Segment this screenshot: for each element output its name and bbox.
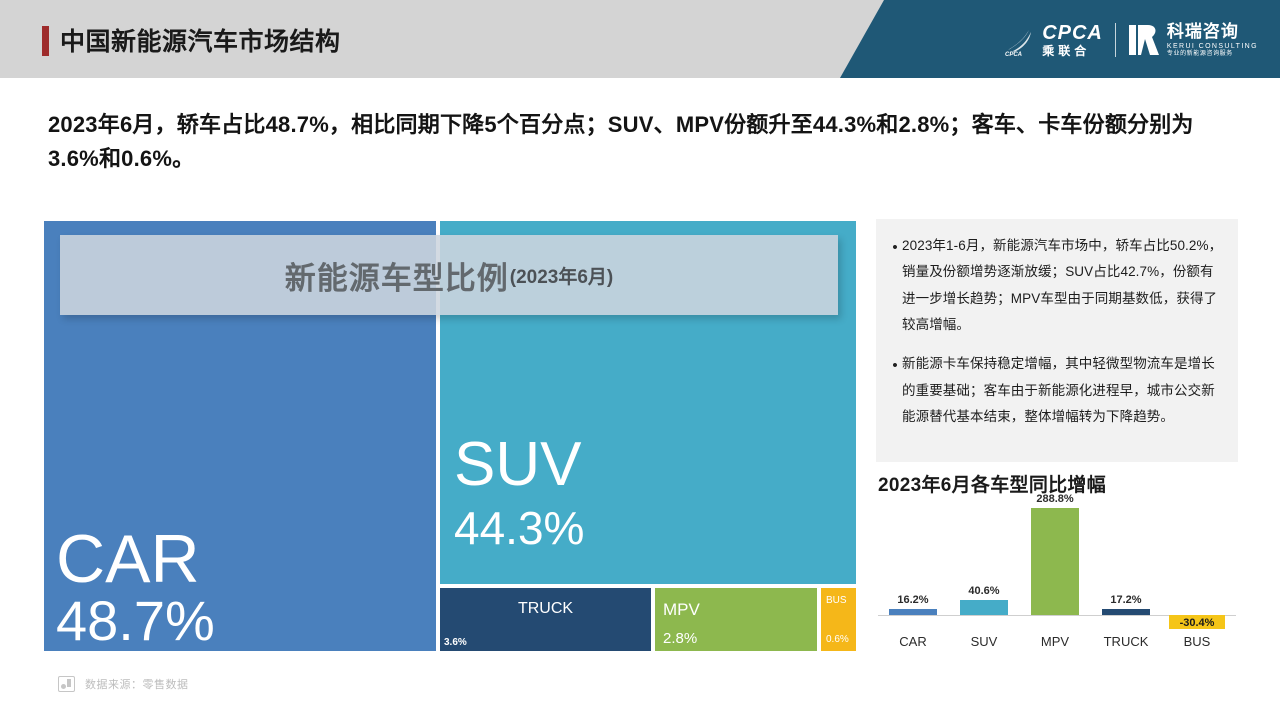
treemap-value-car: 48.7% [56, 589, 215, 653]
kerui-logo: 科瑞咨询 KERUI CONSULTING 专业的新能源咨询服务 [1128, 21, 1258, 57]
kerui-mark-icon [1128, 23, 1160, 57]
bullet-icon: • [892, 357, 898, 375]
barchart-category-truck: TRUCK [1103, 634, 1149, 649]
kerui-name-en: KERUI CONSULTING [1166, 42, 1258, 50]
bar-value-label-car: 16.2% [897, 594, 929, 606]
bullet-icon: • [892, 239, 898, 256]
cpca-swoosh-icon: CPCA [1002, 23, 1036, 58]
barchart-column-suv[interactable]: 40.6% SUV [953, 502, 1015, 649]
vehicle-share-treemap: CAR 48.7% SUV 44.3% TRUCK 3.6% MPV 2.8% … [42, 219, 858, 653]
treemap-label-truck: TRUCK [517, 600, 574, 617]
barchart-plot-area: 16.2% CAR 40.6% SUV 288.8% MPV 17.2% TRUCK -30.4… [878, 493, 1236, 649]
kerui-text-block: 科瑞咨询 KERUI CONSULTING 专业的新能源咨询服务 [1166, 21, 1258, 57]
bar-car[interactable] [889, 609, 937, 615]
logo-divider [1114, 23, 1116, 57]
treemap-value-suv: 44.3% [454, 501, 585, 554]
treemap-label-suv: SUV [454, 430, 582, 499]
list-item: • 2023年1-6月，新能源汽车市场中，轿车占比50.2%，销量及份额增势逐渐… [888, 233, 1224, 338]
svg-text:CPCA: CPCA [1005, 52, 1022, 57]
bar-truck[interactable] [1102, 609, 1150, 615]
treemap-value-bus: 0.6% [826, 634, 849, 645]
treemap-value-mpv: 2.8% [663, 630, 698, 647]
barchart-column-car[interactable]: 16.2% CAR [882, 502, 944, 649]
barchart-category-bus: BUS [1183, 634, 1211, 649]
cpca-subtitle: 乘联合 [1042, 44, 1091, 58]
bar-suv[interactable] [960, 600, 1008, 615]
list-item: • 新能源卡车保持稳定增幅，其中轻微型物流车是增长的重要基础；客车由于新能源化进… [888, 351, 1224, 430]
treemap-block-bus[interactable]: BUS 0.6% [819, 586, 858, 653]
barchart-column-bus[interactable]: -30.4% BUS [1166, 502, 1228, 649]
page-title: 中国新能源汽车市场结构 [60, 28, 341, 56]
source-label: 数据来源：零售数据 [85, 679, 189, 691]
bar-mpv[interactable] [1031, 508, 1079, 615]
cpca-logo: CPCA CPCA 乘联合 [1002, 23, 1103, 58]
summary-statement: 2023年6月，轿车占比48.7%，相比同期下降5个百分点；SUV、MPV份额升… [48, 112, 1194, 172]
title-accent-bar [42, 26, 49, 56]
treemap-label-mpv: MPV [663, 600, 700, 619]
bar-value-label-truck: 17.2% [1110, 594, 1142, 606]
treemap-label-bus: BUS [826, 595, 847, 606]
treemap-label-car: CAR [56, 521, 200, 597]
page-header: 中国新能源汽车市场结构 CPCA CPCA 乘联合 科瑞咨询 KERUI CON… [0, 0, 1280, 78]
treemap-title-period: (2023年6月) [509, 266, 614, 288]
treemap-title-main: 新能源车型比例 [284, 260, 509, 296]
barchart-category-suv: SUV [970, 634, 998, 649]
barchart-category-car: CAR [899, 634, 927, 649]
bar-value-label-bus: -30.4% [1179, 617, 1215, 629]
insights-panel: • 2023年1-6月，新能源汽车市场中，轿车占比50.2%，销量及份额增势逐渐… [876, 219, 1238, 462]
barchart-column-truck[interactable]: 17.2% TRUCK [1095, 502, 1157, 649]
treemap-block-truck[interactable]: TRUCK 3.6% [438, 586, 653, 653]
cpca-text-block: CPCA 乘联合 [1042, 23, 1103, 57]
source-footer: 数据来源：零售数据 [58, 676, 189, 692]
kerui-name-cn: 科瑞咨询 [1166, 21, 1239, 41]
kerui-tagline: 专业的新能源咨询服务 [1166, 50, 1233, 57]
chart-icon [58, 676, 75, 692]
bar-value-label-mpv: 288.8% [1036, 493, 1074, 505]
treemap-title-overlay: 新能源车型比例 (2023年6月) [60, 235, 838, 315]
cpca-wordmark: CPCA [1042, 22, 1103, 44]
treemap-value-truck: 3.6% [444, 637, 467, 648]
yoy-growth-barchart: 2023年6月各车型同比增幅 16.2% CAR 40.6% SUV 288.8% MPV… [876, 470, 1238, 666]
insight-text-2: 新能源卡车保持稳定增幅，其中轻微型物流车是增长的重要基础；客车由于新能源化进程早… [902, 356, 1215, 424]
barchart-category-mpv: MPV [1040, 634, 1070, 649]
logo-group: CPCA CPCA 乘联合 科瑞咨询 KERUI CONSULTING 专业的新… [1002, 18, 1258, 62]
barchart-column-mpv[interactable]: 288.8% MPV [1024, 493, 1086, 649]
insight-text-1: 2023年1-6月，新能源汽车市场中，轿车占比50.2%，销量及份额增势逐渐放缓… [902, 238, 1223, 332]
treemap-block-mpv[interactable]: MPV 2.8% [653, 586, 819, 653]
bar-value-label-suv: 40.6% [968, 585, 1000, 597]
